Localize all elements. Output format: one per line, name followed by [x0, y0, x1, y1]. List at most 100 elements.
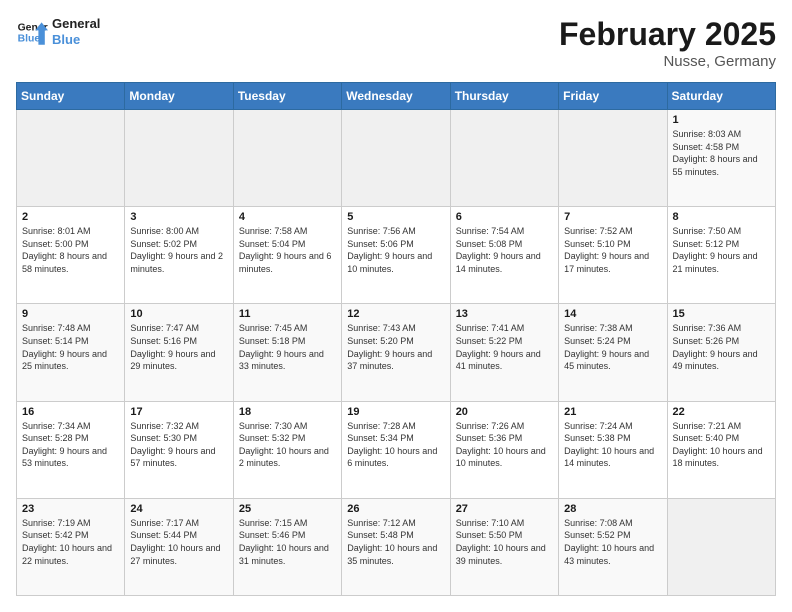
col-sunday: Sunday	[17, 83, 125, 110]
day-info: Sunrise: 7:15 AM Sunset: 5:46 PM Dayligh…	[239, 517, 336, 567]
day-info: Sunrise: 7:28 AM Sunset: 5:34 PM Dayligh…	[347, 420, 444, 470]
day-number: 28	[564, 503, 661, 515]
calendar-cell: 20 Sunrise: 7:26 AM Sunset: 5:36 PM Dayli…	[450, 401, 558, 498]
calendar-cell: 27Sunrise: 7:10 AM Sunset: 5:50 PM Dayli…	[450, 498, 558, 595]
calendar-cell: 22 Sunrise: 7:21 AM Sunset: 5:40 PM Dayli…	[667, 401, 775, 498]
calendar-cell: 18 Sunrise: 7:30 AM Sunset: 5:32 PM Dayli…	[233, 401, 341, 498]
calendar-cell: 25 Sunrise: 7:15 AM Sunset: 5:46 PM Dayli…	[233, 498, 341, 595]
day-info: Sunrise: 7:10 AM Sunset: 5:50 PM Dayligh…	[456, 517, 553, 567]
day-number: 5	[347, 211, 444, 223]
day-number: 9	[22, 308, 119, 320]
day-number: 1	[673, 114, 770, 126]
day-info: Sunrise: 7:50 AM Sunset: 5:12 PM Dayligh…	[673, 225, 770, 275]
day-number: 17	[130, 406, 227, 418]
day-number: 22	[673, 406, 770, 418]
day-number: 8	[673, 211, 770, 223]
calendar-cell: 12 Sunrise: 7:43 AM Sunset: 5:20 PM Dayli…	[342, 304, 450, 401]
calendar-cell: 11Sunrise: 7:45 AM Sunset: 5:18 PM Dayli…	[233, 304, 341, 401]
day-number: 23	[22, 503, 119, 515]
day-number: 12	[347, 308, 444, 320]
day-number: 15	[673, 308, 770, 320]
day-info: Sunrise: 7:26 AM Sunset: 5:36 PM Dayligh…	[456, 420, 553, 470]
day-info: Sunrise: 7:30 AM Sunset: 5:32 PM Dayligh…	[239, 420, 336, 470]
day-info: Sunrise: 8:01 AM Sunset: 5:00 PM Dayligh…	[22, 225, 119, 275]
location: Nusse, Germany	[559, 53, 776, 70]
col-friday: Friday	[559, 83, 667, 110]
calendar-cell	[125, 110, 233, 207]
calendar-cell: 16 Sunrise: 7:34 AM Sunset: 5:28 PM Dayli…	[17, 401, 125, 498]
day-number: 20	[456, 406, 553, 418]
calendar-header: Sunday Monday Tuesday Wednesday Thursday…	[17, 83, 776, 110]
day-info: Sunrise: 7:24 AM Sunset: 5:38 PM Dayligh…	[564, 420, 661, 470]
day-info: Sunrise: 7:34 AM Sunset: 5:28 PM Dayligh…	[22, 420, 119, 470]
day-number: 25	[239, 503, 336, 515]
day-info: Sunrise: 7:32 AM Sunset: 5:30 PM Dayligh…	[130, 420, 227, 470]
calendar-cell	[233, 110, 341, 207]
day-number: 16	[22, 406, 119, 418]
day-info: Sunrise: 7:12 AM Sunset: 5:48 PM Dayligh…	[347, 517, 444, 567]
calendar-cell: 17 Sunrise: 7:32 AM Sunset: 5:30 PM Dayli…	[125, 401, 233, 498]
day-info: Sunrise: 7:41 AM Sunset: 5:22 PM Dayligh…	[456, 322, 553, 372]
day-info: Sunrise: 7:17 AM Sunset: 5:44 PM Dayligh…	[130, 517, 227, 567]
calendar-cell: 26 Sunrise: 7:12 AM Sunset: 5:48 PM Dayli…	[342, 498, 450, 595]
day-info: Sunrise: 7:36 AM Sunset: 5:26 PM Dayligh…	[673, 322, 770, 372]
calendar-cell: 7Sunrise: 7:52 AM Sunset: 5:10 PM Daylig…	[559, 207, 667, 304]
day-info: Sunrise: 7:58 AM Sunset: 5:04 PM Dayligh…	[239, 225, 336, 275]
logo-blue: Blue	[52, 32, 100, 48]
svg-text:Blue: Blue	[18, 34, 41, 45]
calendar-cell	[559, 110, 667, 207]
calendar-cell: 4 Sunrise: 7:58 AM Sunset: 5:04 PM Daylig…	[233, 207, 341, 304]
calendar-cell: 6Sunrise: 7:54 AM Sunset: 5:08 PM Daylig…	[450, 207, 558, 304]
col-wednesday: Wednesday	[342, 83, 450, 110]
calendar-week-1: 2 Sunrise: 8:01 AM Sunset: 5:00 PM Daylig…	[17, 207, 776, 304]
calendar-week-2: 9 Sunrise: 7:48 AM Sunset: 5:14 PM Daylig…	[17, 304, 776, 401]
calendar-week-3: 16 Sunrise: 7:34 AM Sunset: 5:28 PM Dayli…	[17, 401, 776, 498]
day-number: 18	[239, 406, 336, 418]
day-info: Sunrise: 7:08 AM Sunset: 5:52 PM Dayligh…	[564, 517, 661, 567]
page: General Blue General Blue February 2025 …	[0, 0, 792, 612]
col-monday: Monday	[125, 83, 233, 110]
day-info: Sunrise: 7:38 AM Sunset: 5:24 PM Dayligh…	[564, 322, 661, 372]
calendar-body: 1 Sunrise: 8:03 AM Sunset: 4:58 PM Daylig…	[17, 110, 776, 596]
logo: General Blue General Blue	[16, 16, 100, 48]
calendar-cell: 28 Sunrise: 7:08 AM Sunset: 5:52 PM Dayli…	[559, 498, 667, 595]
day-info: Sunrise: 7:21 AM Sunset: 5:40 PM Dayligh…	[673, 420, 770, 470]
day-number: 21	[564, 406, 661, 418]
logo-general: General	[52, 16, 100, 32]
day-number: 3	[130, 211, 227, 223]
calendar-week-4: 23 Sunrise: 7:19 AM Sunset: 5:42 PM Dayli…	[17, 498, 776, 595]
calendar-cell: 15 Sunrise: 7:36 AM Sunset: 5:26 PM Dayli…	[667, 304, 775, 401]
day-number: 24	[130, 503, 227, 515]
calendar-cell	[17, 110, 125, 207]
calendar-cell: 13 Sunrise: 7:41 AM Sunset: 5:22 PM Dayli…	[450, 304, 558, 401]
day-number: 26	[347, 503, 444, 515]
header-row: Sunday Monday Tuesday Wednesday Thursday…	[17, 83, 776, 110]
calendar-cell	[450, 110, 558, 207]
day-number: 4	[239, 211, 336, 223]
calendar-cell: 14 Sunrise: 7:38 AM Sunset: 5:24 PM Dayli…	[559, 304, 667, 401]
col-thursday: Thursday	[450, 83, 558, 110]
day-info: Sunrise: 7:54 AM Sunset: 5:08 PM Dayligh…	[456, 225, 553, 275]
month-title: February 2025	[559, 16, 776, 53]
day-number: 14	[564, 308, 661, 320]
calendar-cell: 10Sunrise: 7:47 AM Sunset: 5:16 PM Dayli…	[125, 304, 233, 401]
col-saturday: Saturday	[667, 83, 775, 110]
title-block: February 2025 Nusse, Germany	[559, 16, 776, 70]
calendar-cell: 1 Sunrise: 8:03 AM Sunset: 4:58 PM Daylig…	[667, 110, 775, 207]
day-info: Sunrise: 7:19 AM Sunset: 5:42 PM Dayligh…	[22, 517, 119, 567]
calendar-cell: 5Sunrise: 7:56 AM Sunset: 5:06 PM Daylig…	[342, 207, 450, 304]
calendar-cell: 9 Sunrise: 7:48 AM Sunset: 5:14 PM Daylig…	[17, 304, 125, 401]
day-number: 11	[239, 308, 336, 320]
calendar-cell: 3Sunrise: 8:00 AM Sunset: 5:02 PM Daylig…	[125, 207, 233, 304]
header: General Blue General Blue February 2025 …	[16, 16, 776, 70]
col-tuesday: Tuesday	[233, 83, 341, 110]
day-info: Sunrise: 7:43 AM Sunset: 5:20 PM Dayligh…	[347, 322, 444, 372]
calendar-cell: 23 Sunrise: 7:19 AM Sunset: 5:42 PM Dayli…	[17, 498, 125, 595]
day-info: Sunrise: 8:03 AM Sunset: 4:58 PM Dayligh…	[673, 128, 770, 178]
day-info: Sunrise: 7:48 AM Sunset: 5:14 PM Dayligh…	[22, 322, 119, 372]
day-number: 2	[22, 211, 119, 223]
logo-icon: General Blue	[16, 16, 48, 48]
day-number: 10	[130, 308, 227, 320]
calendar-cell: 8 Sunrise: 7:50 AM Sunset: 5:12 PM Daylig…	[667, 207, 775, 304]
day-number: 13	[456, 308, 553, 320]
